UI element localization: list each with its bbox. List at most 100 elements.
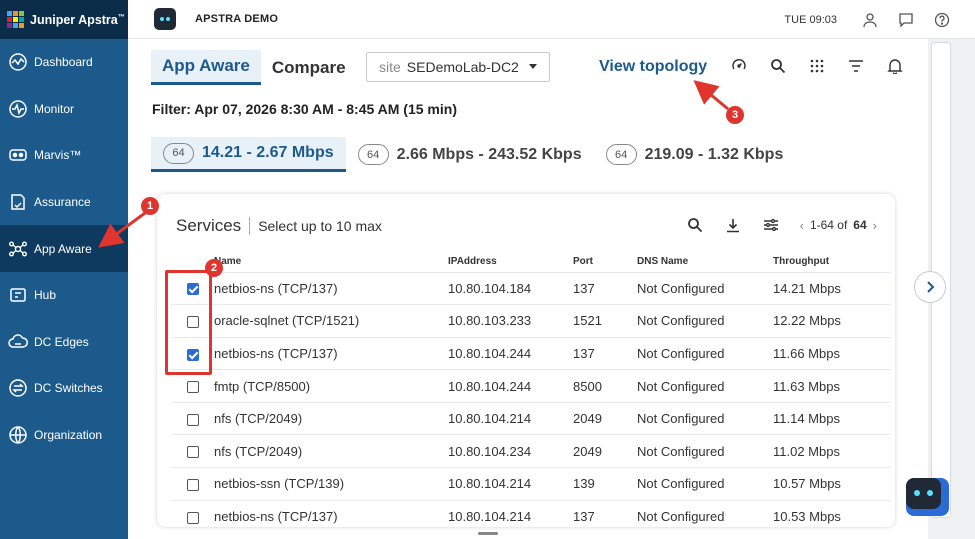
hub-icon [8, 285, 28, 305]
table-row[interactable]: netbios-ns (TCP/137) 10.80.104.244 137 Not … [171, 337, 891, 371]
apps-grid-icon[interactable] [808, 56, 826, 76]
row-checkbox[interactable] [186, 511, 199, 524]
cell-ipaddress: 10.80.104.214 [448, 500, 573, 527]
user-icon[interactable] [861, 11, 879, 29]
column-header-port[interactable]: Port [573, 252, 637, 273]
table-row[interactable]: nfs (TCP/2049) 10.80.104.214 2049 Not Confi… [171, 402, 891, 436]
cell-port: 8500 [573, 369, 637, 403]
cell-name: nfs (TCP/2049) [214, 434, 448, 469]
row-checkbox[interactable] [186, 478, 199, 491]
cell-ipaddress: 10.80.104.234 [448, 434, 573, 469]
sidebar-item-marvis[interactable]: Marvis™ [0, 132, 128, 179]
resize-handle[interactable] [478, 532, 498, 535]
site-select[interactable]: site SEDemoLab-DC2 [366, 52, 550, 82]
column-settings-icon[interactable] [762, 216, 780, 234]
view-topology-link[interactable]: View topology [599, 58, 707, 76]
range-label: 2.66 Mbps - 243.52 Kbps [396, 145, 582, 163]
table-row[interactable]: oracle-sqlnet (TCP/1521) 10.80.103.233 152… [171, 304, 891, 338]
column-header-ipaddress[interactable]: IPAddress [448, 252, 573, 273]
range-count-badge: 64 [357, 144, 389, 165]
help-icon[interactable] [933, 11, 951, 29]
sidebar-item-monitor[interactable]: Monitor [0, 86, 128, 133]
chevron-right-icon[interactable]: › [873, 218, 877, 233]
table-row[interactable]: netbios-ssn (TCP/139) 10.80.104.214 139 Not… [171, 467, 891, 501]
time-range-icon[interactable] [730, 56, 748, 76]
cell-throughput: 11.66 Mbps [773, 337, 891, 371]
table-row[interactable]: netbios-ns (TCP/137) 10.80.104.184 137 Not … [171, 272, 891, 306]
filter-label: Filter: Apr 07, 2026 8:30 AM - 8:45 AM (… [152, 101, 457, 117]
row-checkbox[interactable] [186, 413, 199, 426]
sidebar-item-hub[interactable]: Hub [0, 272, 128, 319]
tab-app-aware[interactable]: App Aware [151, 50, 261, 85]
table-header-row: Name IPAddress Port DNS Name Throughput [171, 252, 891, 273]
search-icon[interactable] [686, 216, 704, 234]
sidebar-item-label: DC Switches [34, 381, 103, 396]
dashboard-icon [8, 52, 28, 72]
search-icon[interactable] [769, 56, 787, 76]
org-title: APSTRA DEMO [195, 13, 279, 25]
bell-icon[interactable] [886, 56, 904, 76]
cell-dns-name: Not Configured [637, 304, 773, 338]
clock: TUE 09:03 [784, 13, 837, 26]
sidebar: Juniper Apstra™ Dashboard Monitor Marvis™ A… [0, 0, 128, 539]
range-tab-3[interactable]: 64 219.09 - 1.32 Kbps [594, 137, 796, 172]
monitor-icon [8, 99, 28, 119]
sidebar-item-label: DC Edges [34, 334, 89, 349]
services-title: Services [176, 216, 242, 235]
cell-port: 137 [573, 337, 637, 371]
range-count-badge: 64 [163, 142, 194, 164]
cell-dns-name: Not Configured [637, 272, 773, 306]
marvis-icon [8, 145, 28, 165]
chevron-left-icon[interactable]: ‹ [800, 218, 804, 233]
cell-name: netbios-ns (TCP/137) [214, 337, 448, 371]
column-header-name[interactable]: Name [214, 252, 448, 273]
brand-header[interactable]: Juniper Apstra™ [0, 0, 128, 39]
range-tab-2[interactable]: 64 2.66 Mbps - 243.52 Kbps [346, 137, 594, 172]
row-checkbox[interactable] [186, 446, 199, 459]
annotation-badge-3: 3 [726, 106, 744, 124]
cell-port: 2049 [573, 434, 637, 469]
sidebar-item-dashboard[interactable]: Dashboard [0, 39, 128, 86]
download-icon[interactable] [724, 216, 742, 234]
table-row[interactable]: nfs (TCP/2049) 10.80.104.234 2049 Not Confi… [171, 434, 891, 469]
expand-panel-button[interactable] [914, 271, 946, 303]
services-subtitle: Select up to 10 max [258, 218, 382, 234]
sidebar-item-dc-switches[interactable]: DC Switches [0, 365, 128, 412]
chat-icon[interactable] [897, 11, 915, 29]
table-row[interactable]: netbios-ns (TCP/137) 10.80.104.214 137 Not … [171, 500, 891, 527]
column-header-throughput[interactable]: Throughput [773, 252, 891, 273]
sidebar-item-dc-edges[interactable]: DC Edges [0, 319, 128, 366]
annotation-highlight-box [165, 270, 212, 375]
cell-name: netbios-ns (TCP/137) [214, 500, 448, 527]
table-row[interactable]: fmtp (TCP/8500) 10.80.104.244 8500 Not Conf… [171, 369, 891, 403]
row-select-cell [171, 434, 214, 469]
filter-icon[interactable] [847, 56, 865, 76]
sidebar-item-label: Marvis™ [34, 148, 82, 163]
row-select-cell [171, 500, 214, 527]
top-header: APSTRA DEMO TUE 09:03 [128, 0, 975, 39]
column-header-dns-name[interactable]: DNS Name [637, 252, 773, 273]
main-content: App Aware Compare site SEDemoLab-DC2 Vie… [128, 39, 928, 539]
annotation-badge-2: 2 [205, 259, 223, 277]
row-select-cell [171, 402, 214, 436]
marvis-bot-icon [906, 478, 941, 509]
tab-compare[interactable]: Compare [261, 50, 357, 85]
sidebar-item-assurance[interactable]: Assurance [0, 179, 128, 226]
cell-throughput: 10.53 Mbps [773, 500, 891, 527]
marvis-assistant-button[interactable] [906, 478, 949, 516]
sidebar-item-label: App Aware [34, 241, 92, 256]
sidebar-item-label: Dashboard [34, 55, 93, 70]
cell-port: 1521 [573, 304, 637, 338]
cell-name: oracle-sqlnet (TCP/1521) [214, 304, 448, 338]
range-count-badge: 64 [605, 144, 637, 165]
sidebar-item-app-aware[interactable]: App Aware [0, 225, 128, 272]
range-tab-1[interactable]: 64 14.21 - 2.67 Mbps [151, 137, 346, 172]
row-checkbox[interactable] [186, 381, 199, 394]
dc-edges-icon [8, 332, 28, 352]
assurance-icon [8, 192, 28, 212]
cell-dns-name: Not Configured [637, 369, 773, 403]
range-label: 14.21 - 2.67 Mbps [202, 144, 334, 161]
juniper-logo-icon [7, 10, 25, 29]
sidebar-item-organization[interactable]: Organization [0, 412, 128, 459]
sidebar-item-label: Hub [34, 288, 57, 303]
